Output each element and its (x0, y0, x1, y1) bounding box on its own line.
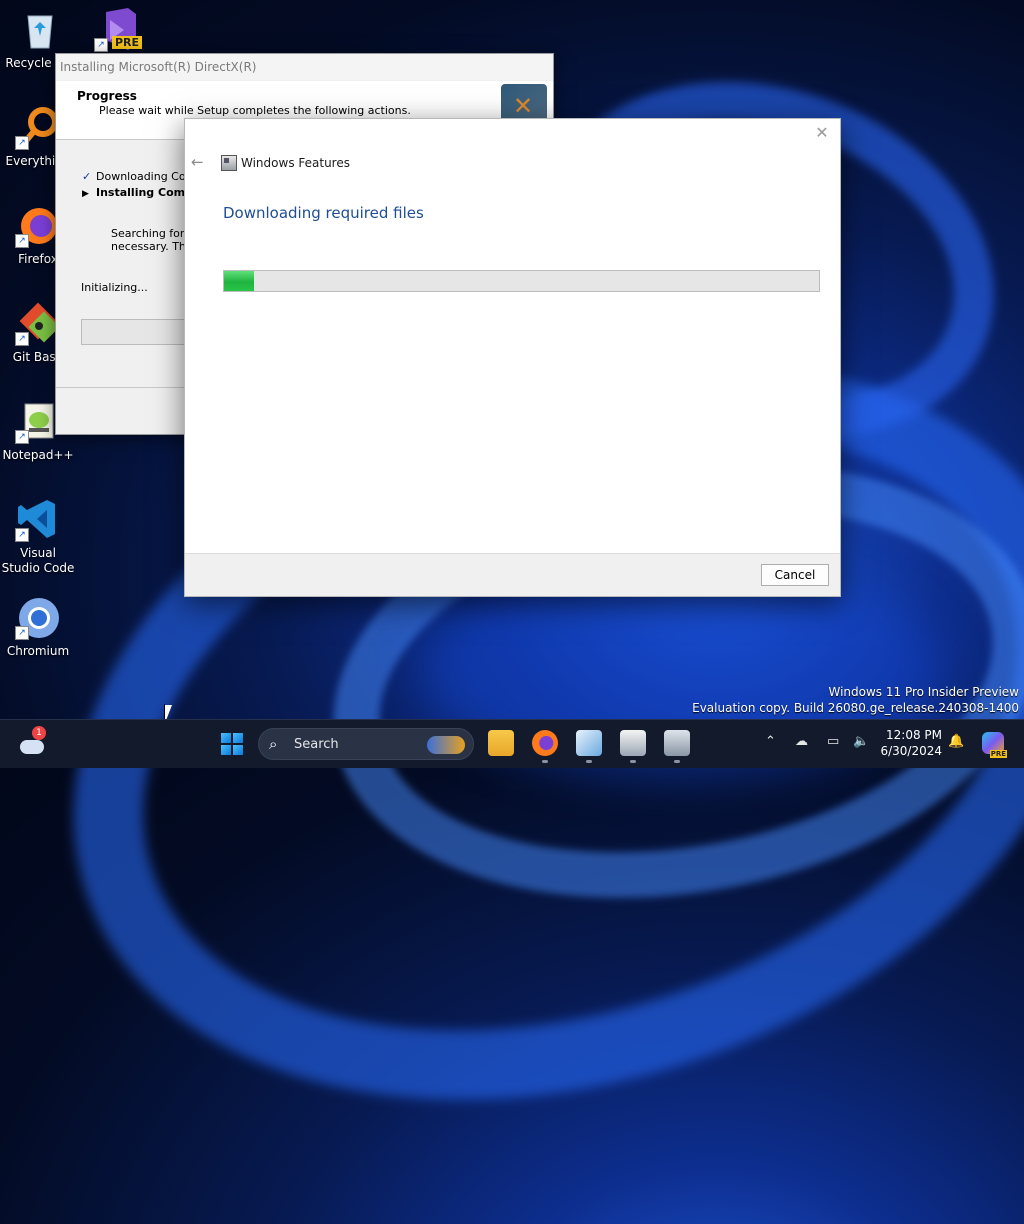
download-progress-bar (223, 270, 820, 292)
shortcut-arrow-icon: ↗ (15, 136, 29, 150)
chevron-up-icon[interactable]: ⌃ (765, 734, 776, 749)
arrow-right-icon: ▶ (82, 189, 89, 199)
shortcut-arrow-icon: ↗ (15, 332, 29, 346)
copilot-icon[interactable]: PRE (982, 732, 1007, 758)
desktop-icon-label: Visual Studio Code (1, 546, 75, 575)
shortcut-arrow-icon: ↗ (15, 234, 29, 248)
shortcut-arrow-icon: ↗ (15, 626, 29, 640)
search-highlight-icon (427, 736, 465, 754)
evaluation-watermark: Windows 11 Pro Insider Preview Evaluatio… (692, 685, 1019, 715)
firefox-taskbar-icon[interactable] (532, 730, 558, 763)
notification-badge: 1 (32, 726, 46, 740)
clock[interactable]: 12:08 PM 6/30/2024 (872, 727, 942, 759)
desktop-icon-label: Chromium (6, 644, 70, 658)
setup-taskbar-icon[interactable] (620, 730, 646, 763)
dialog-footer: Cancel (185, 553, 840, 596)
time: 12:08 PM (886, 728, 942, 742)
visual-studio-preview-icon: ↗ PRE (94, 6, 143, 52)
date: 6/30/2024 (880, 744, 942, 758)
status-text: Initializing... (81, 281, 148, 294)
copilot-pre-badge: PRE (989, 750, 1007, 758)
recycle-bin-icon (17, 6, 63, 52)
directx-progress-bar (81, 319, 193, 345)
weather-widget[interactable]: 1 (18, 726, 46, 758)
window-title: Installing Microsoft(R) DirectX(R) (56, 54, 553, 80)
close-icon[interactable]: ✕ (812, 123, 832, 143)
cancel-button[interactable]: Cancel (761, 564, 829, 586)
windows-logo-icon (221, 733, 231, 743)
checkmark-icon: ✓ (82, 170, 92, 183)
desktop-icon-vscode[interactable]: ↗ Visual Studio Code (0, 496, 76, 576)
windows-features-taskbar-icon[interactable] (664, 730, 690, 763)
progress-subheading: Please wait while Setup completes the fo… (99, 104, 411, 117)
taskbar-search[interactable]: ⌕ Search (258, 728, 474, 760)
start-button[interactable] (221, 733, 243, 755)
dialog-title: Windows Features (241, 156, 350, 170)
progress-heading: Progress (77, 89, 137, 103)
file-explorer-icon[interactable] (488, 730, 514, 756)
shortcut-arrow-icon: ↗ (94, 38, 108, 52)
search-label: Search (294, 737, 339, 752)
windows-features-dialog[interactable]: ✕ ← Windows Features Downloading require… (184, 118, 841, 597)
onedrive-icon[interactable]: ☁ (795, 734, 808, 749)
pre-badge: PRE (112, 36, 143, 49)
cloud-icon (20, 740, 44, 754)
vscode-icon: ↗ (15, 496, 61, 542)
app-taskbar-icon[interactable] (576, 730, 602, 763)
back-arrow-icon[interactable]: ← (191, 153, 204, 171)
desktop-icon-chromium[interactable]: ↗ Chromium (0, 594, 76, 659)
shortcut-arrow-icon: ↗ (15, 430, 29, 444)
desktop-icon-visual-studio-preview[interactable]: ↗ PRE (80, 6, 154, 56)
progress-fill (224, 271, 254, 291)
network-icon[interactable]: ▭ (827, 734, 839, 749)
chromium-icon: ↗ (15, 594, 61, 640)
desktop-icon-label: Notepad++ (2, 448, 74, 462)
notification-bell-icon[interactable]: 🔔 (948, 734, 964, 749)
taskbar: 1 ⌕ Search ⌃ ☁ ▭ 🔈 12:08 PM 6/30/2024 🔔 … (0, 719, 1024, 768)
search-icon: ⌕ (269, 735, 278, 753)
volume-muted-icon[interactable]: 🔈 (853, 734, 869, 749)
dialog-heading: Downloading required files (223, 204, 424, 222)
shortcut-arrow-icon: ↗ (15, 528, 29, 542)
windows-features-icon (221, 155, 237, 171)
